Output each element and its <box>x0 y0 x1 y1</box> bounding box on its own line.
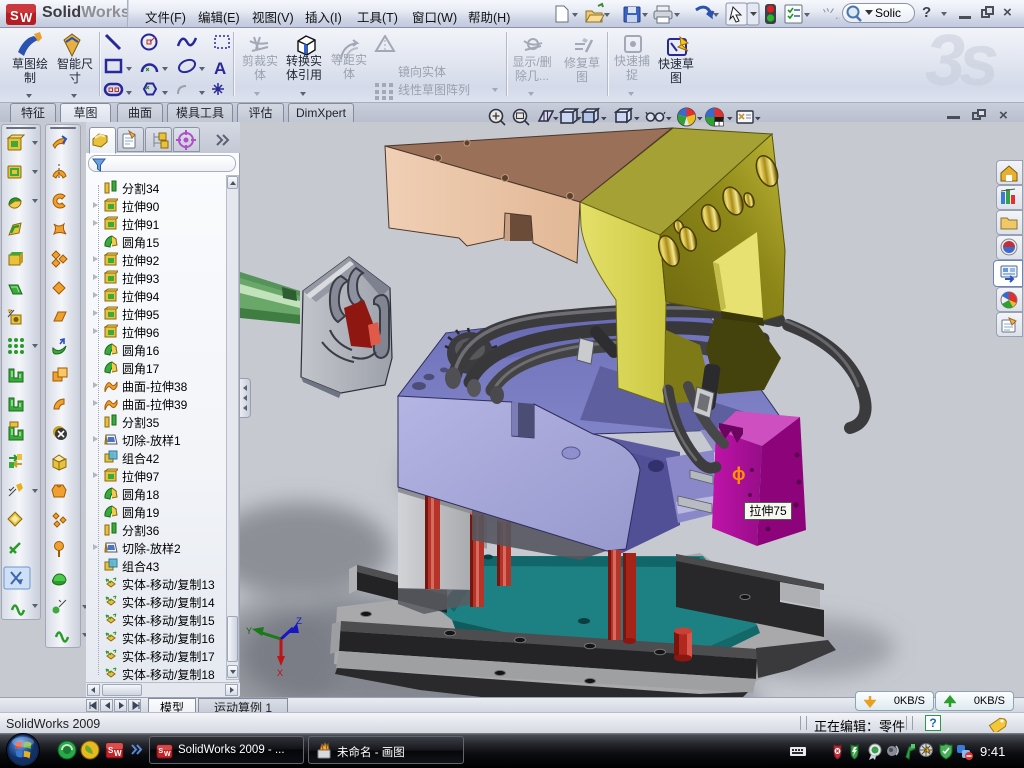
svg-text:Y: Y <box>246 627 252 638</box>
svg-text:W: W <box>20 10 33 25</box>
svg-text:ϕ: ϕ <box>732 464 746 484</box>
svg-text:Z: Z <box>296 617 302 628</box>
svg-text:X: X <box>277 669 283 680</box>
svg-text:W: W <box>114 749 122 758</box>
svg-text:9:41: 9:41 <box>980 744 1005 759</box>
svg-text:A: A <box>214 59 226 78</box>
svg-text:S: S <box>10 8 19 23</box>
svg-text:W: W <box>164 751 171 758</box>
svg-text:S: S <box>159 748 164 755</box>
svg-text:⺍..: ⺍.. <box>822 7 840 22</box>
